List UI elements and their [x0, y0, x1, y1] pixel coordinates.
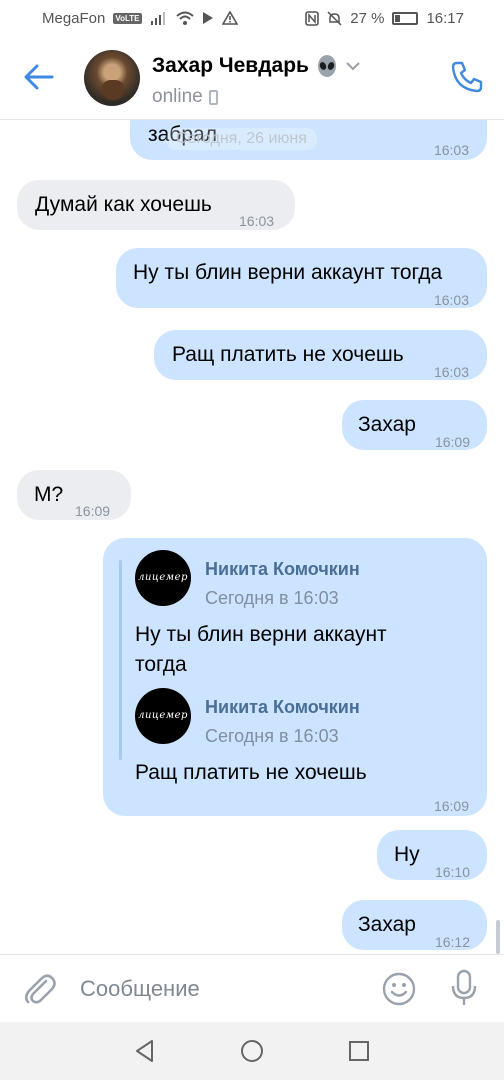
message-time: 16:03 — [433, 292, 469, 308]
warning-icon — [221, 11, 238, 25]
message-text: Думай как хочешь — [35, 193, 212, 216]
message-time: 16:12 — [434, 934, 470, 950]
message-time: 16:03 — [433, 142, 469, 158]
volte-badge: VoLTE — [113, 12, 142, 24]
clock: 16:17 — [426, 9, 464, 27]
alien-emoji-icon — [317, 55, 336, 77]
message-text: Захар — [358, 913, 416, 936]
message-outgoing[interactable]: Ну 16:10 — [377, 830, 487, 880]
play-icon — [202, 12, 213, 24]
message-text: М? — [34, 483, 64, 506]
message-time: 16:09 — [433, 798, 469, 814]
wifi-icon — [175, 11, 194, 25]
message-text: Ну — [394, 843, 420, 866]
chevron-down-icon[interactable] — [345, 61, 361, 71]
message-text: Ращ платить не хочешь — [172, 343, 404, 366]
status-bar: MegaFon VoLTE 27 % 16:17 — [0, 0, 504, 36]
avatar-text: лицемер — [138, 572, 188, 583]
paperclip-icon[interactable] — [22, 971, 56, 1007]
battery-level — [395, 14, 401, 22]
message-time: 16:09 — [434, 434, 470, 450]
forward-text: Ращ платить не хочешь — [135, 761, 367, 784]
forward-author-name[interactable]: Никита Комочкин — [205, 554, 360, 584]
forward-author-avatar[interactable]: лицемер — [135, 550, 191, 606]
nfc-icon — [305, 10, 320, 26]
message-list[interactable]: забрал 16:03 Сегодня, 26 июня Думай как … — [0, 120, 504, 954]
composer — [0, 954, 504, 1022]
avatar-text: лицемер — [138, 710, 188, 721]
nav-home-icon[interactable] — [239, 1038, 265, 1064]
phone-icon[interactable] — [450, 60, 484, 94]
status-right: 27 % 16:17 — [305, 10, 464, 27]
status-left: MegaFon VoLTE — [42, 10, 238, 27]
system-nav-bar — [0, 1022, 504, 1080]
contact-name: Захар Чевдарь — [152, 54, 309, 77]
message-outgoing[interactable]: Захар 16:12 — [342, 900, 487, 950]
battery-percent: 27 % — [350, 9, 385, 27]
message-outgoing[interactable]: Захар 16:09 — [342, 400, 487, 450]
forward-date: Сегодня в 16:03 — [205, 588, 339, 608]
battery-icon — [392, 11, 419, 25]
mobile-device-icon — [208, 89, 218, 105]
forward-quote-bar — [119, 560, 122, 760]
forward-author-name[interactable]: Никита Комочкин — [205, 692, 360, 722]
forward-date: Сегодня в 16:03 — [205, 726, 339, 746]
contact-name-row[interactable]: Захар Чевдарь — [152, 54, 361, 78]
smile-icon[interactable] — [382, 972, 416, 1006]
message-text: Захар — [358, 413, 416, 436]
contact-status: online — [152, 86, 218, 108]
signal-icon — [150, 12, 165, 25]
message-text: Ну ты блин верни аккаунт тогда — [133, 261, 443, 284]
forward-author-avatar[interactable]: лицемер — [135, 688, 191, 744]
message-forwarded[interactable]: лицемер Никита Комочкин Сегодня в 16:03 … — [103, 538, 487, 816]
message-time: 16:03 — [239, 213, 275, 229]
back-arrow-icon[interactable] — [22, 62, 56, 92]
nav-back-icon[interactable] — [132, 1038, 158, 1064]
contact-avatar[interactable] — [84, 50, 140, 106]
message-time: 16:03 — [433, 364, 469, 380]
scrollbar-thumb[interactable] — [496, 920, 500, 954]
message-incoming[interactable]: Думай как хочешь 16:03 — [17, 180, 295, 230]
carrier-name: MegaFon — [42, 9, 106, 27]
chat-header: Захар Чевдарь online — [0, 36, 504, 120]
forward-text: Ну ты блин верни аккаунт — [135, 623, 387, 646]
nav-recents-icon[interactable] — [346, 1038, 372, 1064]
date-pill: Сегодня, 26 июня — [166, 128, 317, 150]
message-outgoing[interactable]: Ну ты блин верни аккаунт тогда 16:03 — [116, 248, 487, 308]
message-outgoing[interactable]: Ращ платить не хочешь 16:03 — [154, 330, 487, 380]
forward-text: тогда — [135, 653, 187, 676]
message-input[interactable] — [80, 971, 370, 1007]
message-time: 16:09 — [75, 503, 111, 519]
mute-bell-icon — [327, 10, 342, 26]
message-incoming[interactable]: М? 16:09 — [17, 470, 131, 520]
status-text: online — [152, 86, 203, 107]
message-time: 16:10 — [434, 864, 470, 880]
microphone-icon[interactable] — [450, 969, 478, 1007]
